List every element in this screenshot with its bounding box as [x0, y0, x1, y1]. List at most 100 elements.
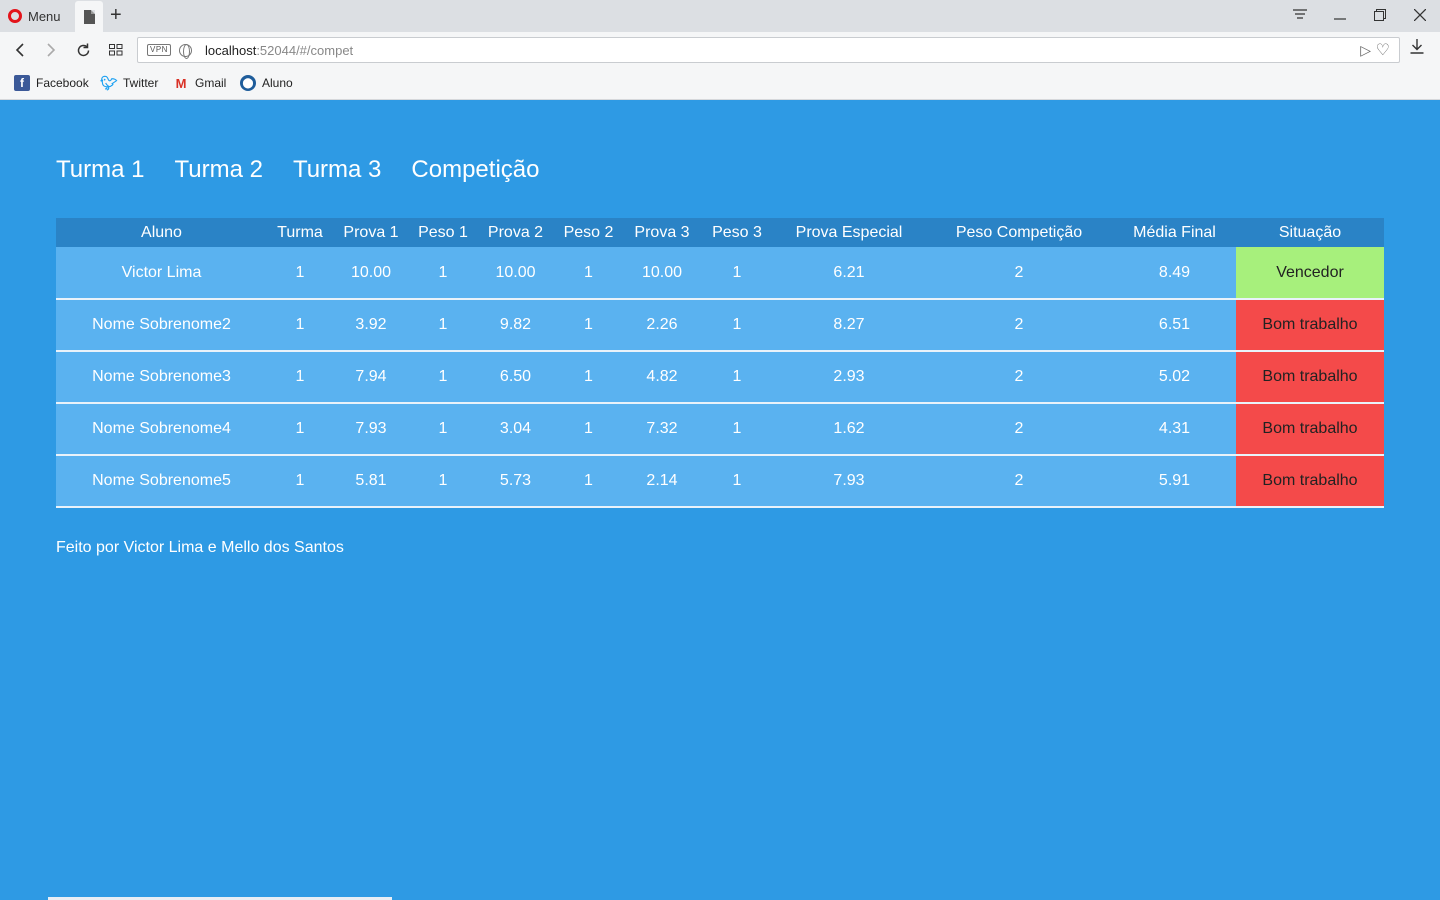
- grade-cell: 2.26: [623, 299, 701, 352]
- column-header: Peso 1: [409, 218, 477, 247]
- grade-cell: 2: [925, 247, 1113, 300]
- grade-cell: 2.14: [623, 455, 701, 508]
- new-tab-button[interactable]: +: [110, 4, 122, 26]
- grade-cell: 1: [267, 351, 333, 404]
- back-button[interactable]: [10, 40, 30, 60]
- grade-cell: 1: [554, 403, 623, 456]
- forward-button[interactable]: [41, 40, 61, 60]
- grade-cell: 5.73: [477, 455, 554, 508]
- table-row: Victor Lima 1 10.00 1 10.00 1 10.00 1 6.21 2 8.49 V…: [56, 247, 1384, 300]
- column-header: Peso 2: [554, 218, 623, 247]
- student-name-cell: Nome Sobrenome3: [56, 351, 267, 404]
- globe-icon: [179, 44, 192, 59]
- grade-cell: 7.32: [623, 403, 701, 456]
- status-cell: Vencedor: [1236, 247, 1384, 300]
- table-row: Nome Sobrenome5 1 5.81 1 5.73 1 2.14 1 7.93 2 5.91…: [56, 455, 1384, 508]
- nav-turma-3[interactable]: Turma 3: [293, 156, 381, 184]
- student-name-cell: Nome Sobrenome2: [56, 299, 267, 352]
- grade-cell: 8.27: [773, 299, 925, 352]
- menu-label: Menu: [28, 8, 61, 24]
- close-window-button[interactable]: [1408, 4, 1432, 26]
- bookmark-gmail[interactable]: M Gmail: [173, 75, 227, 91]
- grade-cell: 4.82: [623, 351, 701, 404]
- grade-cell: 10.00: [333, 247, 409, 300]
- status-cell: Bom trabalho: [1236, 455, 1384, 508]
- bookmark-aluno[interactable]: ⬤ Aluno: [240, 75, 293, 91]
- status-cell: Bom trabalho: [1236, 403, 1384, 456]
- grade-cell: 3.04: [477, 403, 554, 456]
- grade-cell: 1: [409, 299, 477, 352]
- column-header: Prova 2: [477, 218, 554, 247]
- grade-cell: 1: [554, 247, 623, 300]
- grade-cell: 7.94: [333, 351, 409, 404]
- grade-cell: 1: [409, 351, 477, 404]
- twitter-icon: 🐦︎: [100, 74, 118, 91]
- grade-cell: 7.93: [333, 403, 409, 456]
- restore-button[interactable]: [1368, 4, 1392, 26]
- grade-cell: 8.49: [1113, 247, 1236, 300]
- results-table: Aluno Turma Prova 1 Peso 1 Prova 2 Peso 2 Prov…: [56, 218, 1384, 508]
- grade-cell: 2: [925, 351, 1113, 404]
- grade-cell: 2: [925, 403, 1113, 456]
- opera-logo-icon: [8, 9, 22, 23]
- column-header: Situação: [1236, 218, 1384, 247]
- table-row: Nome Sobrenome4 1 7.93 1 3.04 1 7.32 1 1.62 2 4.31…: [56, 403, 1384, 456]
- address-bar[interactable]: VPN localhost:52044/#/compet ▷ ♡: [137, 37, 1400, 63]
- column-header: Aluno: [56, 218, 267, 247]
- grade-cell: 10.00: [477, 247, 554, 300]
- grade-cell: 5.91: [1113, 455, 1236, 508]
- url-text[interactable]: localhost:52044/#/compet: [205, 43, 353, 58]
- grade-cell: 1: [267, 403, 333, 456]
- column-header: Turma: [267, 218, 333, 247]
- vpn-badge[interactable]: VPN: [147, 44, 171, 56]
- nav-competicao[interactable]: Competição: [411, 156, 539, 184]
- page-icon: [83, 9, 95, 24]
- grade-cell: 1: [701, 299, 773, 352]
- grade-cell: 6.21: [773, 247, 925, 300]
- grade-cell: 1: [409, 403, 477, 456]
- status-cell: Bom trabalho: [1236, 351, 1384, 404]
- grade-cell: 1: [267, 455, 333, 508]
- heart-icon[interactable]: ♡: [1376, 40, 1390, 60]
- footer-credits: Feito por Victor Lima e Mello dos Santos: [56, 539, 344, 556]
- grade-cell: 9.82: [477, 299, 554, 352]
- minimize-button[interactable]: [1328, 4, 1352, 26]
- browser-tab-bar: Menu +: [0, 0, 1440, 32]
- status-cell: Bom trabalho: [1236, 299, 1384, 352]
- browser-tab[interactable]: [75, 1, 103, 32]
- table-row: Nome Sobrenome3 1 7.94 1 6.50 1 4.82 1 2.93 2 5.02…: [56, 351, 1384, 404]
- bookmark-twitter[interactable]: 🐦︎ Twitter: [100, 74, 159, 91]
- speed-dial-icon[interactable]: [106, 40, 126, 60]
- student-name-cell: Nome Sobrenome4: [56, 403, 267, 456]
- student-name-cell: Nome Sobrenome5: [56, 455, 267, 508]
- column-header: Média Final: [1113, 218, 1236, 247]
- column-header: Peso Competição: [925, 218, 1113, 247]
- grade-cell: 1: [554, 351, 623, 404]
- column-header: Peso 3: [701, 218, 773, 247]
- send-icon[interactable]: ▷: [1360, 42, 1371, 59]
- aluno-icon: ⬤: [240, 75, 256, 91]
- page-nav: Turma 1 Turma 2 Turma 3 Competição: [56, 156, 539, 184]
- nav-turma-2[interactable]: Turma 2: [174, 156, 262, 184]
- grade-cell: 1: [701, 403, 773, 456]
- nav-turma-1[interactable]: Turma 1: [56, 156, 144, 184]
- student-name-cell: Victor Lima: [56, 247, 267, 300]
- bookmark-label: Twitter: [123, 76, 159, 90]
- grade-cell: 1: [409, 247, 477, 300]
- grade-cell: 1: [701, 351, 773, 404]
- bookmark-label: Gmail: [195, 76, 227, 90]
- grade-cell: 7.93: [773, 455, 925, 508]
- bookmark-facebook[interactable]: f Facebook: [14, 75, 89, 91]
- reload-button[interactable]: [73, 40, 93, 60]
- bookmarks-bar: f Facebook 🐦︎ Twitter M Gmail ⬤ Aluno: [0, 68, 1440, 100]
- grade-cell: 2: [925, 299, 1113, 352]
- tab-menu-icon[interactable]: [1288, 4, 1312, 26]
- column-header: Prova 3: [623, 218, 701, 247]
- grade-cell: 2: [925, 455, 1113, 508]
- download-icon[interactable]: [1410, 39, 1424, 59]
- opera-menu-button[interactable]: Menu: [8, 6, 61, 26]
- grade-cell: 3.92: [333, 299, 409, 352]
- column-header: Prova 1: [333, 218, 409, 247]
- grade-cell: 5.81: [333, 455, 409, 508]
- grade-cell: 2.93: [773, 351, 925, 404]
